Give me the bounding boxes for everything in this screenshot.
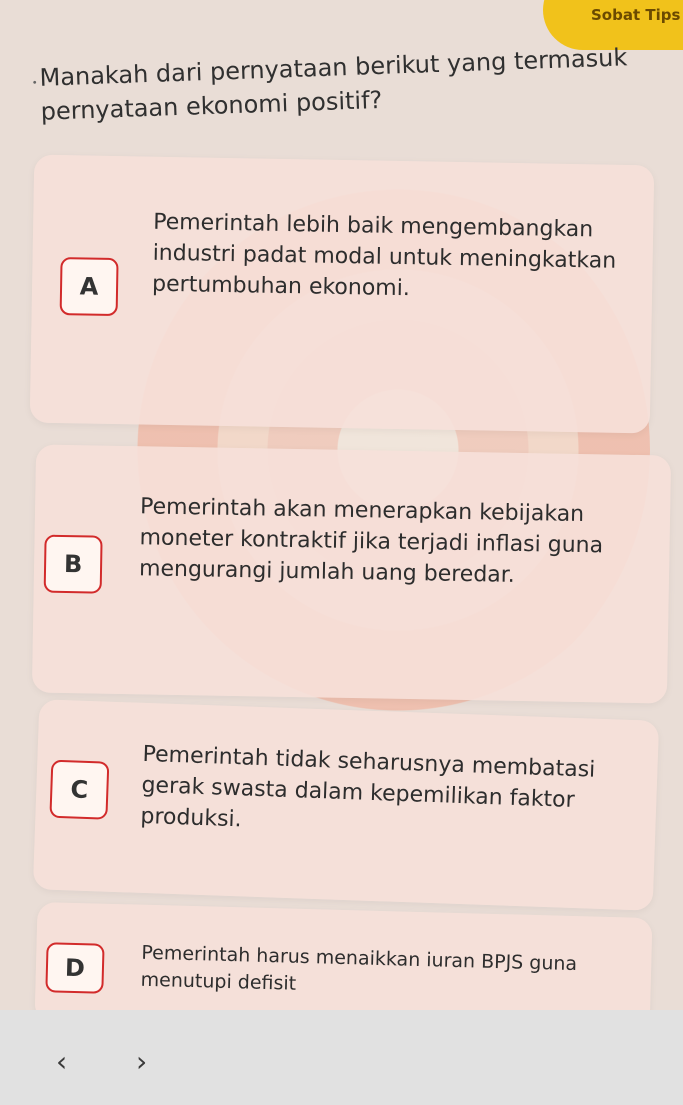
previous-button[interactable]: ‹: [56, 1045, 67, 1078]
next-button[interactable]: ›: [136, 1045, 147, 1078]
bottom-navigation-bar: [0, 1010, 683, 1105]
option-b-text: Pemerintah akan menerapkan kebijakan mon…: [138, 494, 604, 588]
option-c[interactable]: C Pemerintah tidak seharusnya membatasi …: [32, 699, 660, 911]
option-a[interactable]: A Pemerintah lebih baik mengembangkan in…: [29, 154, 655, 434]
option-a-letter: A: [59, 257, 119, 317]
option-c-text: Pemerintah tidak seharusnya membatasi ge…: [140, 741, 596, 833]
option-b[interactable]: B Pemerintah akan menerapkan kebijakan m…: [31, 444, 672, 704]
bullet-dot: •: [31, 77, 38, 90]
option-d-text: Pemerintah harus menaikkan iuran BPJS gu…: [140, 941, 578, 995]
question-text: • Manakah dari pernyataan berikut yang t…: [32, 39, 661, 129]
option-a-text: Pemerintah lebih baik mengembangkan indu…: [151, 209, 617, 302]
option-c-letter: C: [49, 759, 110, 820]
option-d-letter: D: [45, 942, 105, 994]
badge-label: Sobat Tips: [591, 6, 681, 24]
option-b-letter: B: [43, 534, 103, 594]
question-label: Manakah dari pernyataan berikut yang ter…: [39, 43, 628, 126]
